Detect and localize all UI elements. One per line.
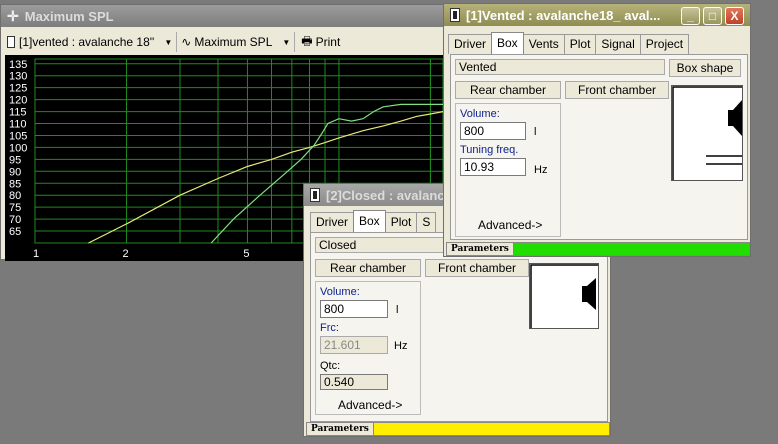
minimize-button[interactable]: _: [681, 7, 700, 25]
crosshair-icon: ✛: [7, 7, 19, 24]
advanced-button[interactable]: Advanced->: [338, 398, 402, 412]
closed-statusbar: Parameters: [306, 422, 610, 436]
box-type-label: Vented: [455, 59, 665, 75]
document-icon: [7, 36, 15, 48]
window-title: [1]Vented : avalanche18_ aval...: [466, 7, 661, 23]
status-fill: [373, 423, 609, 435]
status-label: Parameters: [307, 423, 374, 435]
status-label: Parameters: [447, 243, 514, 255]
volume-label: Volume:: [320, 286, 360, 298]
waveform-icon: ∿: [181, 35, 192, 49]
volume-unit: l: [396, 304, 399, 316]
x-tick-label: 2: [122, 248, 128, 260]
tuning-unit: Hz: [534, 164, 548, 176]
tab-project[interactable]: Project: [639, 34, 690, 54]
chevron-down-icon: ▼: [282, 37, 291, 47]
close-button[interactable]: X: [725, 7, 744, 25]
box-diagram: [671, 85, 743, 181]
y-tick-label: 85: [9, 178, 21, 190]
project-select[interactable]: [1]vented : avalanche 18'' ▼: [3, 32, 178, 52]
window-title: [2]Closed : avalanc: [326, 187, 445, 203]
y-tick-label: 135: [9, 59, 27, 71]
frc-unit: Hz: [394, 340, 408, 352]
vented-box-window: [1]Vented : avalanche18_ aval... _ □ X D…: [443, 3, 751, 257]
tab-driver[interactable]: Driver: [448, 34, 492, 54]
y-tick-label: 125: [9, 83, 27, 95]
document-icon: [310, 188, 320, 202]
frc-input: 21.601: [320, 336, 388, 354]
closed-params-group: Volume: 800 l Frc: 21.601 Hz Qtc: 0.540 …: [315, 281, 421, 415]
vented-statusbar: Parameters: [446, 242, 750, 256]
printer-icon: 🖶: [301, 33, 313, 48]
rear-chamber-button[interactable]: Rear chamber: [315, 259, 421, 277]
vented-box-panel: Vented Box shape Rear chamber Front cham…: [450, 54, 748, 240]
project-select-value: [1]vented : avalanche 18'': [19, 35, 155, 49]
qtc-value: 0.540: [320, 374, 388, 390]
y-tick-label: 120: [9, 95, 27, 107]
y-tick-label: 110: [9, 119, 27, 131]
tab-plot[interactable]: Plot: [563, 34, 597, 54]
y-tick-label: 75: [9, 202, 21, 214]
max-spl-titlebar[interactable]: ✛ Maximum SPL: [1, 5, 459, 27]
vented-params-group: Volume: 800 l Tuning freq. 10.93 Hz Adva…: [455, 103, 561, 237]
tab-signal[interactable]: Signal: [595, 34, 641, 54]
tab-plot[interactable]: Plot: [384, 212, 418, 232]
maximize-button[interactable]: □: [703, 7, 722, 25]
tab-signal[interactable]: S: [416, 212, 437, 232]
y-tick-label: 105: [9, 130, 27, 142]
y-tick-label: 65: [9, 226, 21, 238]
y-tick-label: 90: [9, 166, 21, 178]
volume-input[interactable]: 800: [460, 122, 526, 140]
front-chamber-button[interactable]: Front chamber: [565, 81, 669, 99]
closed-box-panel: Closed Rear chamber Front chamber Volume…: [310, 232, 608, 422]
tuning-input[interactable]: 10.93: [460, 158, 526, 176]
y-tick-label: 80: [9, 190, 21, 202]
box-diagram: [529, 263, 599, 329]
y-tick-label: 115: [9, 107, 27, 119]
front-chamber-button[interactable]: Front chamber: [425, 259, 529, 277]
speaker-icon: [582, 286, 587, 302]
chevron-down-icon: ▼: [164, 37, 173, 47]
speaker-icon: [728, 110, 733, 126]
x-tick-label: 1: [33, 248, 39, 260]
advanced-button[interactable]: Advanced->: [478, 218, 542, 232]
tab-box[interactable]: Box: [353, 210, 386, 232]
tab-vents[interactable]: Vents: [522, 34, 565, 54]
vented-tabs: Driver Box Vents Plot Signal Project: [448, 32, 690, 54]
tab-driver[interactable]: Driver: [310, 212, 354, 232]
spl-toolbar: [1]vented : avalanche 18'' ▼ ∿ Maximum S…: [3, 31, 459, 53]
x-tick-label: 5: [243, 248, 249, 260]
y-tick-label: 130: [9, 71, 27, 83]
y-tick-label: 70: [9, 214, 21, 226]
y-tick-label: 95: [9, 154, 21, 166]
vented-titlebar[interactable]: [1]Vented : avalanche18_ aval... _ □ X: [444, 4, 750, 26]
frc-label: Frc:: [320, 322, 339, 334]
window-title: Maximum SPL: [24, 8, 114, 24]
status-fill: [513, 243, 749, 255]
mode-select-value: Maximum SPL: [194, 35, 273, 49]
volume-unit: l: [534, 126, 537, 138]
print-button[interactable]: 🖶 Print: [295, 32, 346, 52]
box-shape-button[interactable]: Box shape: [669, 59, 741, 77]
volume-input[interactable]: 800: [320, 300, 388, 318]
closed-tabs: Driver Box Plot S: [310, 210, 437, 232]
tuning-label: Tuning freq.: [460, 144, 519, 156]
print-label: Print: [315, 35, 341, 49]
mode-select[interactable]: ∿ Maximum SPL ▼: [177, 32, 296, 52]
volume-label: Volume:: [460, 108, 500, 120]
document-icon: [450, 8, 460, 22]
qtc-label: Qtc:: [320, 360, 341, 372]
tab-box[interactable]: Box: [491, 32, 524, 54]
rear-chamber-button[interactable]: Rear chamber: [455, 81, 561, 99]
y-tick-label: 100: [9, 142, 27, 154]
